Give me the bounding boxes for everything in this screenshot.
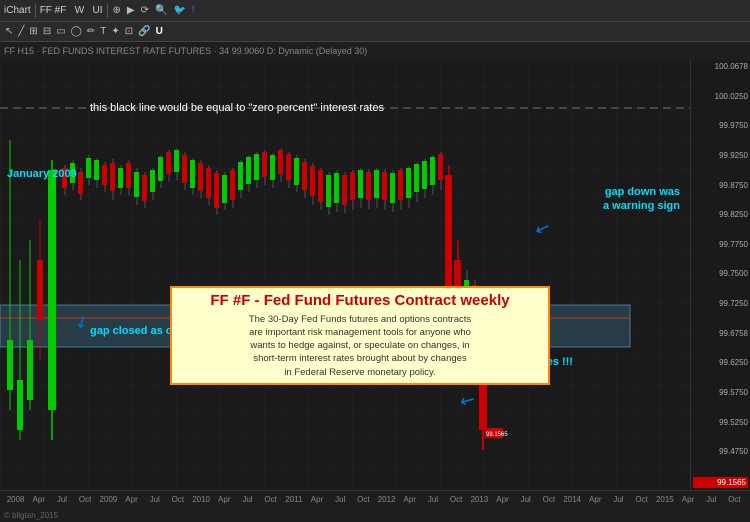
- time-apr4: Apr: [305, 495, 328, 504]
- chart-info: FF H15 · FED FUNDS INTEREST RATE FUTURES…: [4, 46, 367, 56]
- price-2: 100.0250: [693, 92, 748, 101]
- symbol-display: FF #F W UI: [40, 5, 103, 16]
- time-jul3: Jul: [236, 495, 259, 504]
- chart-svg: 99.1565: [0, 60, 690, 490]
- time-jul1: Jul: [50, 495, 73, 504]
- tb2-icon-4[interactable]: ⊟: [42, 26, 52, 37]
- time-2009: 2009: [97, 495, 120, 504]
- tb2-icon-10[interactable]: ⊡: [124, 26, 134, 37]
- time-apr8: Apr: [676, 495, 699, 504]
- time-oct4: Oct: [352, 495, 375, 504]
- chart-wrapper: 99.1565 this black line would be equal t…: [0, 60, 750, 490]
- price-13: 99.5250: [693, 418, 748, 427]
- footer: © bligtan_2015: [0, 508, 750, 522]
- time-2011: 2011: [282, 495, 305, 504]
- time-2012: 2012: [375, 495, 398, 504]
- time-apr6: Apr: [491, 495, 514, 504]
- time-oct5: Oct: [445, 495, 468, 504]
- time-apr5: Apr: [398, 495, 421, 504]
- price-10: 99.6758: [693, 329, 748, 338]
- time-jul5: Jul: [421, 495, 444, 504]
- time-axis: 2008 Apr Jul Oct 2009 Apr Jul Oct 2010 A…: [0, 490, 750, 508]
- app-title: iChart: [4, 5, 31, 16]
- price-4: 99.9250: [693, 151, 748, 160]
- time-2008: 2008: [4, 495, 27, 504]
- time-2014: 2014: [561, 495, 584, 504]
- toolbar-icon-2[interactable]: ▶: [126, 5, 136, 16]
- time-jul8: Jul: [700, 495, 723, 504]
- price-7: 99.7750: [693, 240, 748, 249]
- time-apr2: Apr: [120, 495, 143, 504]
- time-apr7: Apr: [584, 495, 607, 504]
- time-apr1: Apr: [27, 495, 50, 504]
- sep1: [35, 4, 36, 18]
- twitter-icon[interactable]: 🐦: [172, 5, 186, 16]
- price-3: 99.9750: [693, 121, 748, 130]
- price-6: 99.8250: [693, 210, 748, 219]
- price-current: 99.1565: [693, 477, 748, 488]
- toolbar-icon-3[interactable]: ⟳: [140, 5, 150, 16]
- time-oct1: Oct: [74, 495, 97, 504]
- time-oct3: Oct: [259, 495, 282, 504]
- tb2-icon-8[interactable]: T: [99, 26, 107, 37]
- time-oct6: Oct: [537, 495, 560, 504]
- price-5: 99.8750: [693, 181, 748, 190]
- tb2-icon-12[interactable]: U: [155, 26, 164, 37]
- time-jul6: Jul: [514, 495, 537, 504]
- time-oct2: Oct: [166, 495, 189, 504]
- time-2013: 2013: [468, 495, 491, 504]
- price-axis: 100.0678 100.0250 99.9750 99.9250 99.875…: [690, 60, 750, 490]
- tb2-icon-11[interactable]: 🔗: [137, 26, 151, 37]
- price-1: 100.0678: [693, 62, 748, 71]
- price-14: 99.4750: [693, 447, 748, 456]
- tb2-icon-3[interactable]: ⊞: [28, 26, 38, 37]
- svg-text:99.1565: 99.1565: [486, 432, 508, 438]
- time-oct7: Oct: [630, 495, 653, 504]
- top-toolbar: iChart FF #F W UI ⊕ ▶ ⟳ 🔍 🐦 f: [0, 0, 750, 22]
- price-11: 99.6250: [693, 358, 748, 367]
- price-9: 99.7250: [693, 299, 748, 308]
- tb2-icon-5[interactable]: ▭: [55, 26, 66, 37]
- toolbar-icon-1[interactable]: ⊕: [112, 5, 122, 16]
- second-toolbar: ↖ ╱ ⊞ ⊟ ▭ ◯ ✏ T ✦ ⊡ 🔗 U: [0, 22, 750, 42]
- title-desc: The 30-Day Fed Funds futures and options…: [182, 313, 538, 379]
- time-apr3: Apr: [213, 495, 236, 504]
- tb2-icon-1[interactable]: ↖: [4, 26, 14, 37]
- time-jul2: Jul: [143, 495, 166, 504]
- tb2-icon-9[interactable]: ✦: [110, 26, 120, 37]
- toolbar-icon-4[interactable]: 🔍: [154, 5, 168, 16]
- time-jul7: Jul: [607, 495, 630, 504]
- facebook-icon[interactable]: f: [191, 5, 196, 16]
- time-oct8: Oct: [723, 495, 746, 504]
- chart-main[interactable]: 99.1565 this black line would be equal t…: [0, 60, 690, 490]
- chart-header: FF H15 · FED FUNDS INTEREST RATE FUTURES…: [0, 42, 750, 60]
- time-2010: 2010: [190, 495, 213, 504]
- time-jul4: Jul: [329, 495, 352, 504]
- tb2-icon-7[interactable]: ✏: [86, 26, 96, 37]
- time-2015: 2015: [653, 495, 676, 504]
- sep2: [107, 4, 108, 18]
- tb2-icon-2[interactable]: ╱: [17, 26, 25, 37]
- price-8: 99.7500: [693, 269, 748, 278]
- title-box: FF #F - Fed Fund Futures Contract weekly…: [170, 286, 550, 385]
- title-main: FF #F - Fed Fund Futures Contract weekly: [182, 292, 538, 309]
- tb2-icon-6[interactable]: ◯: [70, 26, 83, 37]
- price-12: 99.5750: [693, 388, 748, 397]
